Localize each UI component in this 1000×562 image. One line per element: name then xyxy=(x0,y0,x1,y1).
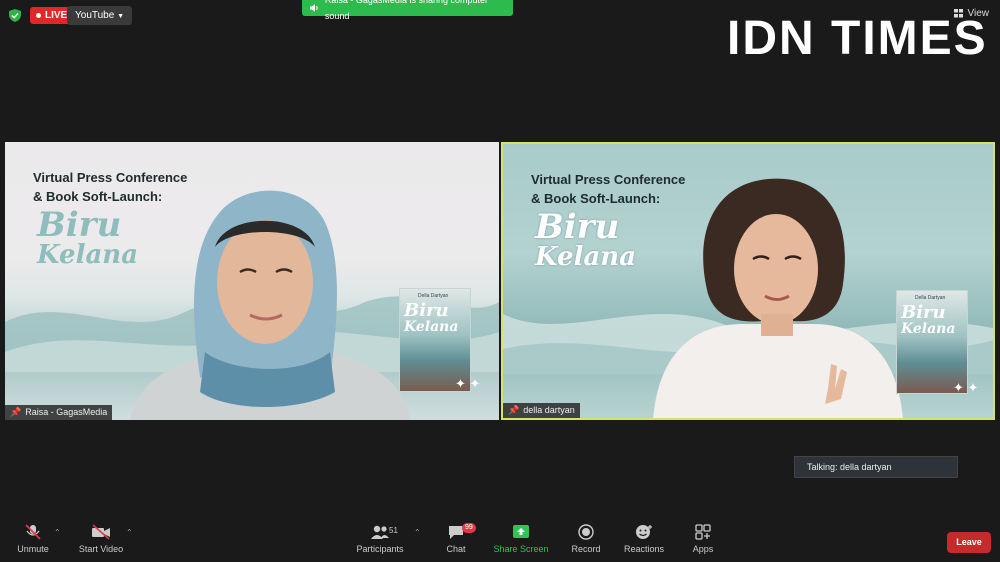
participants-label: Participants xyxy=(356,544,404,554)
book-title-line-1: Biru xyxy=(535,207,620,247)
book-cover-title-line-1: Biru xyxy=(404,300,449,321)
book-cover: Della Dartyan Biru Kelana xyxy=(896,290,968,394)
participants-count: 51 xyxy=(389,526,398,535)
participant-name: della dartyan xyxy=(523,405,575,415)
share-screen-button[interactable]: Share Screen xyxy=(491,524,551,554)
participant-name-tag: 📌 della dartyan xyxy=(503,403,580,418)
book-author: Della Dartyan xyxy=(418,293,449,299)
caret-down-icon: ▼ xyxy=(117,13,125,20)
sharing-sound-banner: Raisa - GagasMedia is sharing computer s… xyxy=(302,0,513,21)
participants-icon xyxy=(371,525,389,539)
microphone-muted-icon xyxy=(25,524,41,540)
video-tile-della[interactable]: Virtual Press Conference & Book Soft-Lau… xyxy=(501,142,995,420)
book-cover-title: Biru Kelana xyxy=(901,302,956,338)
start-video-label: Start Video xyxy=(78,544,124,554)
chat-button[interactable]: 99 Chat xyxy=(426,523,486,554)
record-button[interactable]: Record xyxy=(556,524,616,554)
apps-label: Apps xyxy=(692,544,714,554)
promo-line-1: Virtual Press Conference xyxy=(33,170,188,185)
video-options-caret-icon[interactable]: ⌃ xyxy=(126,528,133,537)
apps-icon xyxy=(695,524,711,540)
participants-button[interactable]: 51 Participants xyxy=(350,524,410,554)
participants-options-caret-icon[interactable]: ⌃ xyxy=(414,528,421,537)
live-dot-icon xyxy=(36,13,41,18)
video-tile-raisa[interactable]: Virtual Press Conference & Book Soft-Lau… xyxy=(5,142,499,420)
video-camera-off-icon xyxy=(92,524,110,540)
pin-icon: 📌 xyxy=(10,407,22,417)
chat-unread-badge: 99 xyxy=(462,523,476,533)
participant-name-tag: 📌 Raisa - GagasMedia xyxy=(5,405,113,420)
reactions-button[interactable]: Reactions xyxy=(614,524,674,554)
live-label: LIVE xyxy=(45,10,68,21)
reactions-icon xyxy=(636,525,652,539)
book-author: Della Dartyan xyxy=(915,295,946,301)
share-screen-label: Share Screen xyxy=(493,544,549,554)
brand-logo-watermark: IDN TIMES xyxy=(727,12,988,65)
shield-icon[interactable] xyxy=(9,9,21,22)
book-cover-title: Biru Kelana xyxy=(404,300,459,336)
record-label: Record xyxy=(571,544,601,554)
audio-options-caret-icon[interactable]: ⌃ xyxy=(54,528,61,537)
participant-name: Raisa - GagasMedia xyxy=(25,407,108,417)
share-screen-icon xyxy=(513,525,529,538)
meeting-toolbar: Unmute ⌃ Start Video ⌃ 51 Participants ⌃… xyxy=(0,518,1000,562)
stream-target-dropdown[interactable]: YouTube ▼ xyxy=(67,6,133,25)
unmute-label: Unmute xyxy=(17,544,49,554)
book-title-line-2: Kelana xyxy=(535,242,637,272)
stream-target-label: YouTube xyxy=(75,10,115,21)
book-title-script: Biru Kelana xyxy=(535,207,637,272)
book-cover-title-line-2: Kelana xyxy=(404,319,459,335)
leave-button[interactable]: Leave xyxy=(947,532,991,553)
birds-icon: ✦ ✦ xyxy=(455,376,481,391)
participant-video-raisa xyxy=(130,190,410,420)
birds-icon: ✦ ✦ xyxy=(953,380,979,395)
pin-icon: 📌 xyxy=(508,405,520,415)
book-cover-title-line-2: Kelana xyxy=(901,321,956,337)
talking-indicator: Talking: della dartyan xyxy=(794,456,958,478)
book-cover-title-line-1: Biru xyxy=(901,302,946,323)
reactions-label: Reactions xyxy=(623,544,665,554)
record-icon xyxy=(578,524,594,540)
apps-button[interactable]: Apps xyxy=(673,524,733,554)
start-video-button[interactable]: Start Video xyxy=(71,524,131,554)
speaker-icon xyxy=(310,4,318,12)
chat-label: Chat xyxy=(446,544,466,554)
sharing-sound-text: Raisa - GagasMedia is sharing computer s… xyxy=(324,0,488,21)
participant-video-della xyxy=(653,178,903,418)
